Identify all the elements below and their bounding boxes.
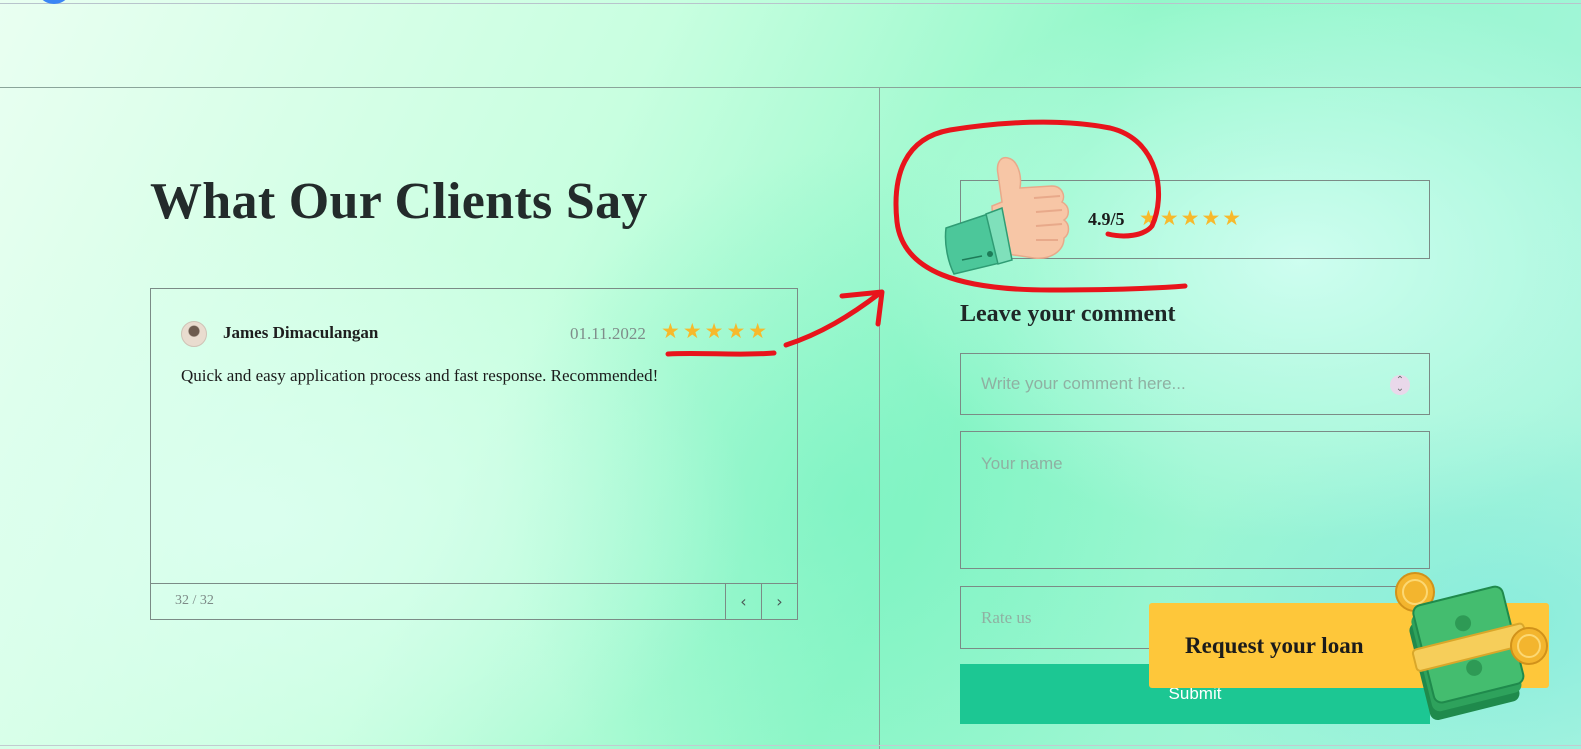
avatar [181,321,207,347]
chevron-right-icon: › [776,592,783,611]
request-loan-label: Request your loan [1185,632,1364,658]
next-review-button[interactable]: › [761,584,797,619]
name-input[interactable] [960,431,1430,569]
review-stars: ★★★★★ [661,319,771,343]
thumbs-up-icon [944,156,1070,275]
section-title: What Our Clients Say [150,173,648,230]
review-text: Quick and easy application process and f… [181,366,659,385]
previous-review-button[interactable]: ‹ [725,584,761,619]
chevron-left-icon: ‹ [740,592,747,611]
comment-heading: Leave your comment [960,301,1176,327]
review-counter: 32 / 32 [175,593,214,608]
rating-stars: ★★★★★ [1139,206,1244,230]
select-spinner-icon[interactable]: ⌃ ⌄ [1390,375,1410,395]
header-area [0,4,1581,88]
browser-edge-divider [0,3,1581,4]
section-bottom-divider [0,745,1581,746]
review-card: James Dimaculangan 01.11.2022 ★★★★★ Quic… [150,288,798,620]
comment-input[interactable] [960,353,1430,415]
reviewer-name: James Dimaculangan [223,323,379,342]
review-date: 01.11.2022 [570,324,646,343]
section-top-divider [0,87,1581,88]
review-card-footer: 32 / 32 ‹ › [151,583,797,619]
rating-value: 4.9/5 [1088,209,1125,229]
section-vertical-divider [879,88,880,749]
cash-stack-icon [1395,572,1548,720]
